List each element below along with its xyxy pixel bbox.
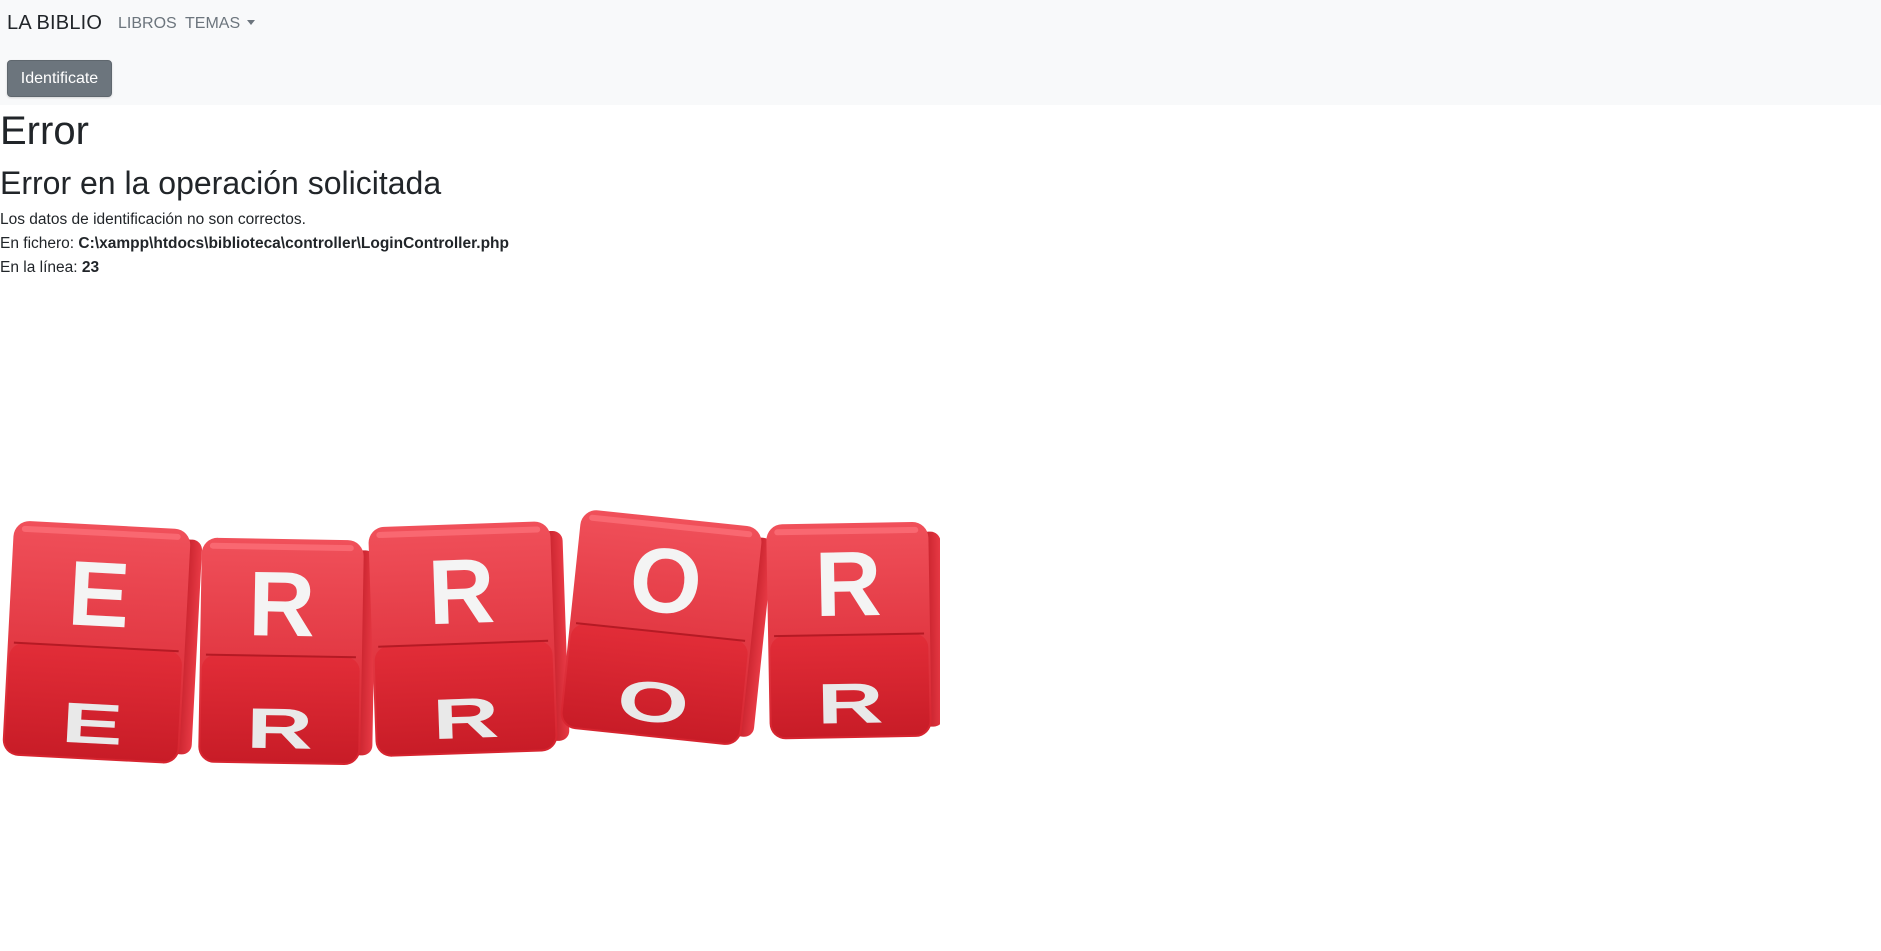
caret-down-icon xyxy=(247,20,256,25)
error-line-number: En la línea: 23 xyxy=(0,257,99,279)
line-label: En la línea: xyxy=(0,259,78,276)
dice-letter-bottom: R xyxy=(246,697,314,761)
dice-letter-bottom: R xyxy=(817,672,885,736)
dice-letter-top: E xyxy=(66,542,133,647)
file-path: C:\xampp\htdocs\biblioteca\controller\Lo… xyxy=(78,235,509,252)
dice-4: OO xyxy=(560,510,773,745)
brand-link[interactable]: LA BIBLIO xyxy=(7,12,102,35)
dice-2: RR xyxy=(198,537,376,766)
dice-1: EE xyxy=(2,521,202,764)
line-number: 23 xyxy=(81,259,100,276)
error-message: Los datos de identificación no son corre… xyxy=(0,211,306,228)
dice-letter-bottom: E xyxy=(60,691,125,757)
navbar: LA BIBLIO LIBROS TEMAS Identificate xyxy=(0,0,1881,105)
dice-letter-bottom: R xyxy=(431,686,500,752)
error-file-line: En fichero: C:\xampp\htdocs\biblioteca\c… xyxy=(0,233,509,255)
page-title: Error xyxy=(0,109,89,153)
page-subtitle: Error en la operación solicitada xyxy=(0,165,442,201)
nav-dropdown-temas-label: TEMAS xyxy=(185,15,241,32)
login-button[interactable]: Identificate xyxy=(7,60,112,97)
dice-letter-top: O xyxy=(625,527,707,636)
dice-letter-top: R xyxy=(814,533,882,636)
dice-3: RR xyxy=(368,521,570,757)
dice-letter-bottom: O xyxy=(614,668,692,738)
error-dice-image: EERRRROORR xyxy=(2,510,940,766)
nav-dropdown-temas[interactable]: TEMAS xyxy=(185,15,256,33)
dice-letter-top: R xyxy=(248,553,316,656)
nav-link-libros[interactable]: LIBROS xyxy=(118,15,177,33)
dice-5: RR xyxy=(766,521,940,740)
dice-letter-top: R xyxy=(426,540,496,644)
file-label: En fichero: xyxy=(0,235,75,252)
